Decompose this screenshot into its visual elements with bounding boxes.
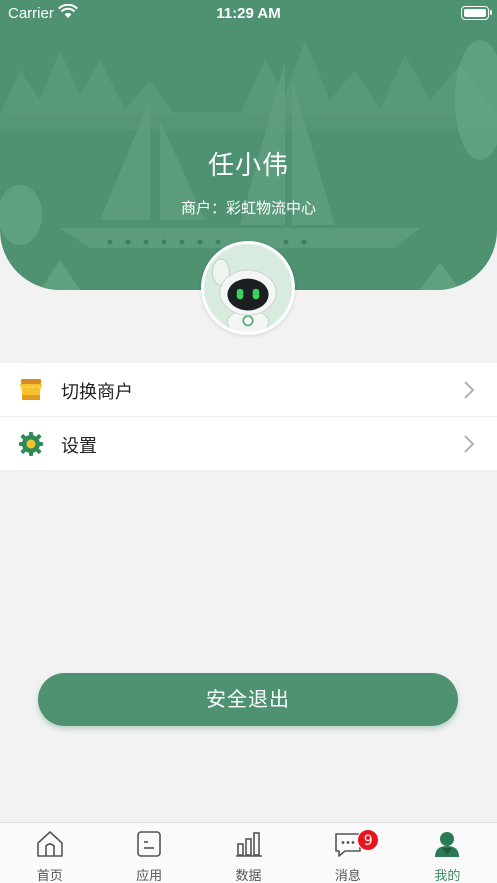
tab-apps[interactable]: 应用 — [99, 823, 198, 883]
profile-icon — [435, 832, 460, 857]
tab-bar: 首页 应用 数据 9 消息 我的 — [0, 822, 497, 883]
settings-menu: 切换商户 设置 — [0, 363, 497, 471]
menu-item-settings[interactable]: 设置 — [0, 417, 497, 471]
tab-label: 消息 — [334, 869, 361, 883]
tab-label: 我的 — [434, 869, 461, 883]
logout-button[interactable]: 安全退出 — [38, 673, 458, 726]
tab-label: 应用 — [136, 869, 163, 883]
menu-item-label: 设置 — [61, 436, 97, 457]
status-bar: Carrier 11:29 AM — [0, 0, 497, 26]
unread-badge: 9 — [357, 829, 380, 851]
chevron-right-icon — [464, 435, 475, 453]
gear-icon — [19, 432, 43, 456]
tab-home[interactable]: 首页 — [0, 823, 99, 883]
status-time: 11:29 AM — [216, 5, 281, 22]
chevron-right-icon — [464, 381, 475, 399]
menu-item-label: 切换商户 — [61, 382, 133, 403]
tab-label: 数据 — [235, 869, 262, 883]
menu-item-switch-merchant[interactable]: 切换商户 — [0, 363, 497, 417]
battery-icon — [461, 6, 492, 20]
home-icon — [36, 831, 63, 857]
store-icon — [20, 379, 42, 400]
robot-avatar-icon — [204, 244, 292, 332]
tab-data[interactable]: 数据 — [199, 823, 298, 883]
tab-profile[interactable]: 我的 — [398, 823, 497, 883]
app-icon — [137, 831, 161, 857]
avatar[interactable] — [201, 241, 295, 335]
tab-messages[interactable]: 9 消息 — [298, 823, 397, 883]
tab-label: 首页 — [36, 869, 63, 883]
data-icon — [235, 832, 262, 857]
user-name: 任小伟 — [207, 151, 289, 181]
merchant-name: 商户：彩虹物流中心 — [180, 199, 316, 217]
